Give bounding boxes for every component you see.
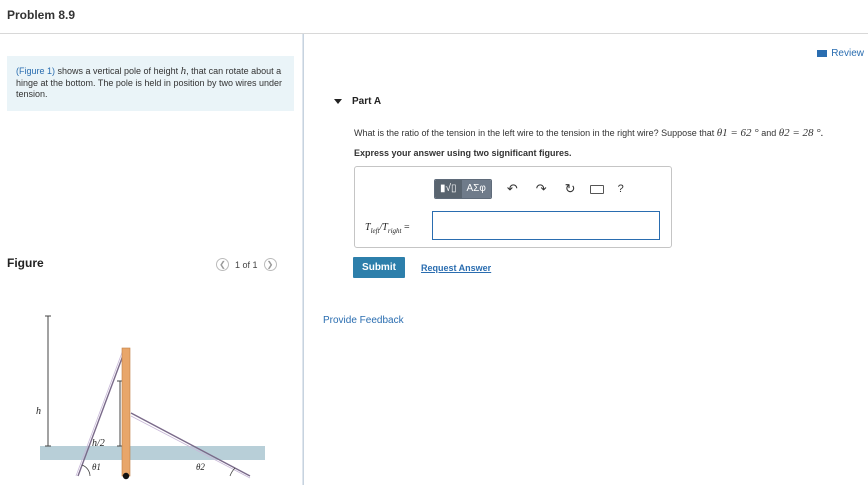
help-button[interactable]: ? — [618, 183, 624, 195]
request-answer-link[interactable]: Request Answer — [421, 263, 491, 273]
keyboard-icon[interactable] — [589, 184, 604, 194]
answer-box: ▮√▯ ΑΣφ ↶ ↷ ↻ ? Tleft/Tright = — [354, 166, 672, 248]
theta1-arc — [81, 464, 91, 477]
h-label: h — [36, 406, 41, 417]
chevron-left-icon[interactable]: ❮ — [216, 258, 229, 271]
redo-icon[interactable]: ↷ — [536, 180, 547, 198]
theta2-value: θ2 = 28 °. — [778, 127, 824, 139]
intro-box: (Figure 1) shows a vertical pole of heig… — [7, 56, 294, 111]
theta1-label: θ1 — [92, 462, 101, 472]
book-icon — [817, 50, 828, 57]
intro-text-1: shows a vertical pole of height — [55, 66, 181, 76]
math-toolbar: ▮√▯ ΑΣφ ↶ ↷ ↻ ? — [434, 179, 624, 199]
question-and: and — [758, 128, 779, 138]
equation-label: Tleft/Tright = — [365, 222, 410, 235]
chevron-down-icon — [334, 99, 342, 104]
template-button[interactable]: ▮√▯ — [435, 180, 462, 198]
provide-feedback-link[interactable]: Provide Feedback — [323, 315, 404, 326]
theta1-value: θ1 = 62 ° — [716, 127, 759, 139]
problem-title: Problem 8.9 — [7, 8, 76, 22]
panel-divider-line — [303, 34, 304, 485]
figure-pager: ❮ 1 of 1 ❯ — [216, 258, 277, 271]
question-text: What is the ratio of the tension in the … — [354, 127, 823, 139]
pager-text: 1 of 1 — [235, 259, 258, 270]
question-body: What is the ratio of the tension in the … — [354, 128, 717, 138]
template-group: ▮√▯ ΑΣφ — [434, 179, 492, 199]
figure-diagram: h h/2 θ1 θ2 — [36, 315, 265, 480]
figure-label: Figure — [7, 256, 44, 270]
eq-equals: = — [401, 222, 410, 233]
answer-input[interactable] — [432, 211, 660, 240]
undo-icon[interactable]: ↶ — [507, 180, 518, 198]
top-bar: Problem 8.9 — [0, 0, 868, 34]
part-a-header[interactable]: Part A — [334, 96, 381, 107]
right-wire — [130, 412, 251, 477]
chevron-right-icon[interactable]: ❯ — [263, 258, 277, 271]
review-link[interactable]: Review — [817, 48, 864, 59]
part-label: Part A — [352, 96, 382, 107]
theta2-label: θ2 — [196, 462, 205, 472]
pole — [121, 347, 131, 477]
greek-button[interactable]: ΑΣφ — [461, 180, 491, 198]
ground — [40, 446, 265, 460]
eq-right-sub: right — [387, 227, 402, 235]
half-h-label: h/2 — [92, 438, 105, 449]
submit-button[interactable]: Submit — [353, 257, 405, 278]
hinge — [122, 472, 130, 480]
eq-left-sub: left — [370, 227, 380, 235]
figure-link[interactable]: (Figure 1) — [16, 66, 55, 76]
review-label: Review — [831, 48, 864, 59]
left-panel: (Figure 1) shows a vertical pole of heig… — [0, 34, 302, 485]
reset-icon[interactable]: ↻ — [565, 180, 576, 198]
answer-instruction: Express your answer using two significan… — [354, 148, 572, 158]
